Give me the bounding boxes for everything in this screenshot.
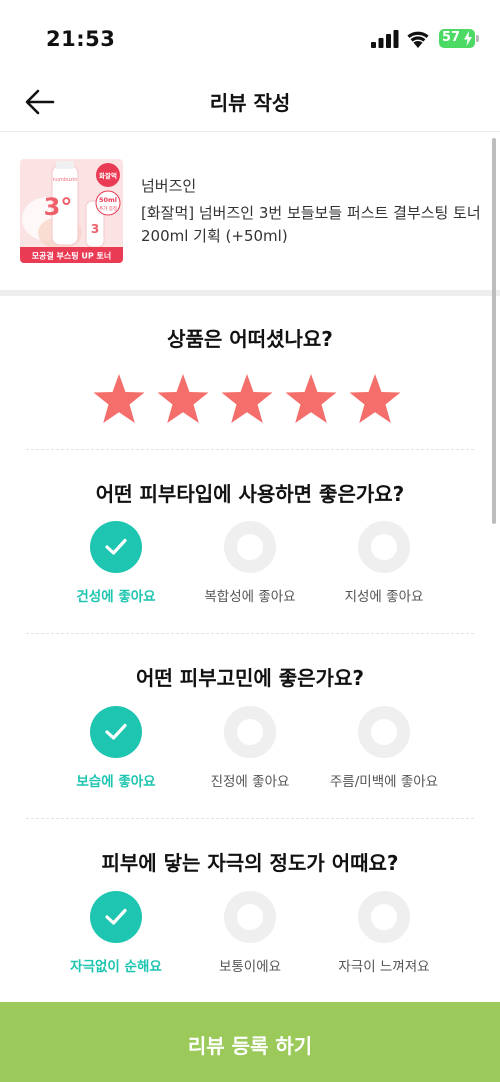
option-label: 주름/미백에 좋아요 [329,774,439,790]
skin-type-question: 어떤 피부타입에 사용하면 좋은가요? [95,482,405,506]
irritation-question: 피부에 닿는 자극의 정도가 어때요? [101,851,399,875]
wifi-icon [407,31,429,48]
option-label: 자극이 느껴져요 [338,959,430,975]
check-icon [105,908,127,925]
status-time: 21:53 [46,27,116,51]
star-rating[interactable] [0,372,500,430]
page-title: 리뷰 작성 [209,91,291,115]
star-icon[interactable] [347,372,403,428]
radio-selected[interactable] [90,891,142,943]
option-label: 복합성에 좋아요 [204,589,296,605]
status-bar: 21:53 57 [0,0,500,78]
check-icon [105,538,127,555]
product-image: numbuzin 3° 3 화잘먹 50ml 추가 증정 모공결 부스팅 UP … [20,159,123,263]
star-icon[interactable] [219,372,275,428]
bolt-icon [464,31,472,46]
radio-unselected[interactable] [358,891,410,943]
option-label: 진정에 좋아요 [210,774,290,790]
submit-review-button[interactable]: 리뷰 등록 하기 [0,1002,500,1082]
scrollbar[interactable] [492,138,496,524]
battery-cap [476,35,479,42]
star-icon[interactable] [155,372,211,428]
divider [26,449,474,450]
star-icon[interactable] [91,372,147,428]
skin-concern-question: 어떤 피부고민에 좋은가요? [136,666,364,690]
signal-icon [371,30,399,48]
option-label: 보습에 좋아요 [76,774,156,790]
check-icon [105,723,127,740]
svg-text:화잘먹: 화잘먹 [99,171,117,180]
radio-selected[interactable] [90,521,142,573]
nav-bar: 리뷰 작성 [0,78,500,132]
radio-unselected[interactable] [358,706,410,758]
divider [26,633,474,634]
option-label: 자극없이 순해요 [70,959,162,975]
product-summary: numbuzin 3° 3 화잘먹 50ml 추가 증정 모공결 부스팅 UP … [0,132,500,290]
svg-text:3°: 3° [44,193,73,221]
submit-label: 리뷰 등록 하기 [187,1034,313,1058]
divider [26,818,474,819]
product-thumbnail: numbuzin 3° 3 화잘먹 50ml 추가 증정 모공결 부스팅 UP … [20,159,123,263]
svg-text:추가 증정: 추가 증정 [99,205,117,212]
option-label: 지성에 좋아요 [344,589,424,605]
radio-unselected[interactable] [224,521,276,573]
radio-unselected[interactable] [358,521,410,573]
radio-unselected[interactable] [224,706,276,758]
radio-selected[interactable] [90,706,142,758]
option-label: 건성에 좋아요 [76,589,156,605]
battery-level: 57 [442,30,461,45]
rating-question: 상품은 어떠셨나요? [167,327,333,351]
svg-text:3: 3 [91,222,99,236]
svg-text:50ml: 50ml [99,196,117,204]
star-icon[interactable] [283,372,339,428]
radio-unselected[interactable] [224,891,276,943]
option-label: 보통이에요 [218,959,282,975]
battery-icon: 57 [439,29,475,48]
product-name: [화잘먹] 넘버즈인 3번 보들보들 퍼스트 결부스팅 토너 200ml 기획 … [141,204,481,245]
svg-text:numbuzin: numbuzin [53,177,78,183]
svg-text:모공결 부스팅 UP 토너: 모공결 부스팅 UP 토너 [32,251,112,261]
section-divider [0,290,500,296]
product-brand: 넘버즈인 [141,177,197,195]
